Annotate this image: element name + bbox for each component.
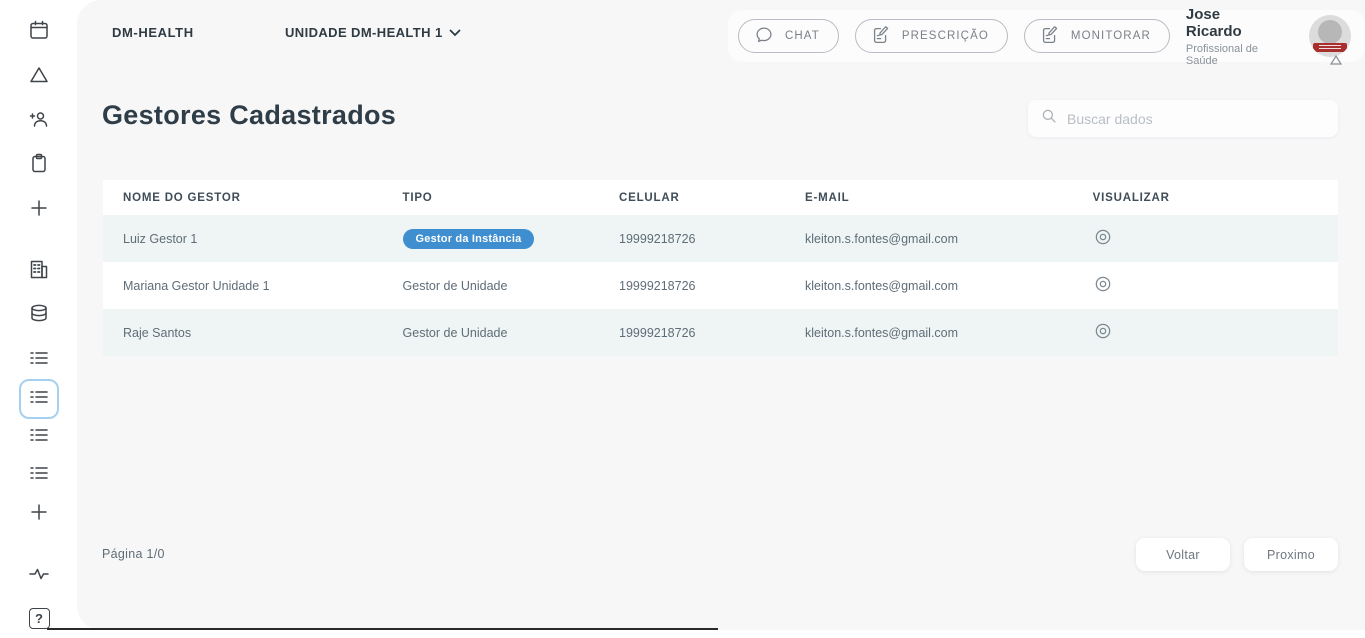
pagination-label: Página 1/0 bbox=[102, 547, 165, 561]
cell-visualizar bbox=[1073, 262, 1338, 309]
list-icon bbox=[27, 461, 51, 490]
eye-icon bbox=[1093, 274, 1113, 297]
eye-icon bbox=[1093, 321, 1113, 344]
sidebar-item-units[interactable] bbox=[19, 251, 59, 291]
pagination-controls: Voltar Proximo bbox=[1136, 538, 1338, 571]
user-role: Profissional de Saúde bbox=[1186, 43, 1279, 67]
sidebar-item-database[interactable] bbox=[19, 295, 59, 335]
calendar-icon bbox=[27, 18, 51, 47]
sidebar: ? bbox=[0, 0, 77, 630]
clipboard-icon bbox=[27, 151, 51, 180]
cell-manager-email: kleiton.s.fontes@gmail.com bbox=[785, 262, 1073, 309]
eye-icon bbox=[1093, 227, 1113, 250]
page-title: Gestores Cadastrados bbox=[102, 100, 396, 131]
sidebar-item-activity[interactable] bbox=[19, 556, 59, 596]
cell-manager-phone: 19999218726 bbox=[599, 215, 785, 262]
prescription-button-label: PRESCRIÇÃO bbox=[902, 30, 989, 42]
view-button[interactable] bbox=[1093, 321, 1113, 344]
table-header-row: NOME DO GESTOR TIPO CELULAR E-MAIL VISUA… bbox=[103, 180, 1338, 215]
col-email: E-MAIL bbox=[785, 180, 1073, 215]
monitor-icon bbox=[1039, 24, 1061, 49]
sidebar-item-clipboard[interactable] bbox=[19, 145, 59, 185]
prescription-icon bbox=[870, 24, 892, 49]
cell-manager-phone: 19999218726 bbox=[599, 262, 785, 309]
monitor-button-label: MONITORAR bbox=[1071, 30, 1151, 42]
chat-icon bbox=[753, 24, 775, 49]
col-nome-do-gestor: NOME DO GESTOR bbox=[103, 180, 383, 215]
sidebar-item-alerts[interactable] bbox=[19, 57, 59, 97]
activity-icon bbox=[27, 562, 51, 591]
sidebar-item-help[interactable]: ? bbox=[19, 598, 59, 638]
cell-manager-phone: 19999218726 bbox=[599, 309, 785, 356]
search-box bbox=[1028, 100, 1338, 137]
cell-manager-name: Raje Santos bbox=[103, 309, 383, 356]
prescription-button[interactable]: PRESCRIÇÃO bbox=[855, 19, 1008, 53]
view-button[interactable] bbox=[1093, 227, 1113, 250]
cell-manager-type: Gestor da Instância bbox=[383, 215, 600, 262]
plus-icon bbox=[27, 500, 51, 529]
unit-selector-label: UNIDADE DM-HEALTH 1 bbox=[285, 25, 443, 40]
next-button[interactable]: Proximo bbox=[1244, 538, 1338, 571]
warning-triangle-icon bbox=[27, 63, 51, 92]
brand-logo: DM-HEALTH bbox=[112, 25, 194, 40]
sidebar-item-calendar[interactable] bbox=[19, 12, 59, 52]
list-icon bbox=[27, 385, 51, 414]
table-row: Luiz Gestor 1 Gestor da Instância 199992… bbox=[103, 215, 1338, 262]
unit-selector[interactable]: UNIDADE DM-HEALTH 1 bbox=[285, 25, 461, 40]
sidebar-item-list-3[interactable] bbox=[19, 417, 59, 457]
cell-manager-email: kleiton.s.fontes@gmail.com bbox=[785, 215, 1073, 262]
content-panel: DM-HEALTH UNIDADE DM-HEALTH 1 CHAT PRESC… bbox=[77, 0, 1365, 630]
chevron-down-icon bbox=[449, 25, 461, 40]
view-button[interactable] bbox=[1093, 274, 1113, 297]
table-body: Luiz Gestor 1 Gestor da Instância 199992… bbox=[103, 215, 1338, 356]
table-row: Mariana Gestor Unidade 1 Gestor de Unida… bbox=[103, 262, 1338, 309]
search-input[interactable] bbox=[1067, 111, 1326, 127]
sidebar-item-list-2-selected[interactable] bbox=[19, 379, 59, 419]
manager-type-value: Gestor da Instância bbox=[403, 229, 535, 249]
cell-manager-email: kleiton.s.fontes@gmail.com bbox=[785, 309, 1073, 356]
avatar-placeholder-head bbox=[1318, 20, 1342, 44]
cell-visualizar bbox=[1073, 309, 1338, 356]
cell-manager-name: Mariana Gestor Unidade 1 bbox=[103, 262, 383, 309]
sidebar-item-add-2[interactable] bbox=[19, 494, 59, 534]
sidebar-item-list-4[interactable] bbox=[19, 455, 59, 495]
cell-manager-name: Luiz Gestor 1 bbox=[103, 215, 383, 262]
search-icon bbox=[1040, 107, 1058, 130]
sidebar-item-add[interactable] bbox=[19, 190, 59, 230]
monitor-button[interactable]: MONITORAR bbox=[1024, 19, 1170, 53]
chat-button[interactable]: CHAT bbox=[738, 19, 839, 53]
chat-button-label: CHAT bbox=[785, 30, 820, 42]
user-info: Jose Ricardo Profissional de Saúde bbox=[1186, 6, 1279, 67]
table-row: Raje Santos Gestor de Unidade 1999921872… bbox=[103, 309, 1338, 356]
database-icon bbox=[27, 301, 51, 330]
col-celular: CELULAR bbox=[599, 180, 785, 215]
list-icon bbox=[27, 346, 51, 375]
cell-manager-type: Gestor de Unidade bbox=[383, 262, 600, 309]
plus-icon bbox=[27, 196, 51, 225]
col-visualizar: VISUALIZAR bbox=[1073, 180, 1338, 215]
manager-type-value: Gestor de Unidade bbox=[403, 279, 508, 293]
cell-visualizar bbox=[1073, 215, 1338, 262]
help-icon: ? bbox=[29, 608, 50, 629]
avatar-red-label bbox=[1313, 43, 1347, 52]
back-button[interactable]: Voltar bbox=[1136, 538, 1230, 571]
user-name: Jose Ricardo bbox=[1186, 6, 1279, 40]
managers-table: NOME DO GESTOR TIPO CELULAR E-MAIL VISUA… bbox=[103, 180, 1338, 356]
building-icon bbox=[27, 257, 51, 286]
sidebar-item-add-user[interactable] bbox=[19, 101, 59, 141]
avatar[interactable] bbox=[1309, 15, 1351, 57]
col-tipo: TIPO bbox=[383, 180, 600, 215]
sidebar-item-list-1[interactable] bbox=[19, 340, 59, 380]
manager-type-value: Gestor de Unidade bbox=[403, 326, 508, 340]
header-actions: CHAT PRESCRIÇÃO MONITORAR Jose Ricardo P… bbox=[728, 10, 1365, 62]
list-icon bbox=[27, 423, 51, 452]
add-user-icon bbox=[27, 107, 51, 136]
cell-manager-type: Gestor de Unidade bbox=[383, 309, 600, 356]
avatar-caret-icon[interactable] bbox=[1329, 53, 1343, 71]
